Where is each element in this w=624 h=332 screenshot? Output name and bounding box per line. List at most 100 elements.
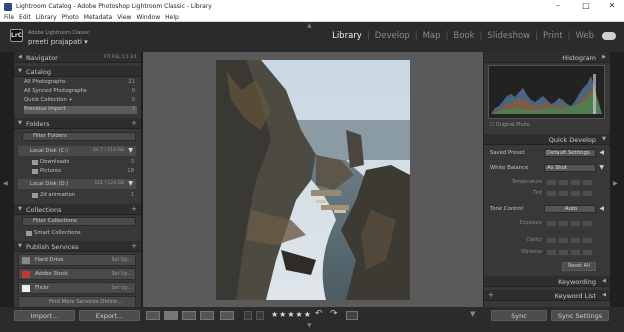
- menu-view[interactable]: View: [117, 14, 131, 21]
- saved-preset-select[interactable]: Default Settings: [544, 149, 596, 157]
- menu-library[interactable]: Library: [36, 14, 57, 21]
- module-slideshow[interactable]: Slideshow: [487, 31, 530, 41]
- vibrance-row: Vibrance: [488, 249, 606, 257]
- auto-tone-button[interactable]: Auto: [544, 205, 596, 213]
- saved-preset-row: Saved Preset Default Settings ◀: [490, 149, 604, 157]
- right-edge: [610, 52, 624, 332]
- keyword-list-header[interactable]: + Keyword List ◀: [484, 290, 610, 301]
- close-button[interactable]: ✕: [602, 0, 622, 13]
- right-panel-toggle-icon[interactable]: ▶: [613, 180, 618, 187]
- publish-services-header[interactable]: ▼ Publish Services +: [14, 241, 141, 252]
- white-balance-select[interactable]: As Shot: [544, 164, 596, 172]
- sync-settings-button[interactable]: Sync Settings: [551, 310, 609, 321]
- flag-pick-icon[interactable]: [244, 311, 252, 320]
- service-adobe-stock[interactable]: Adobe Stock Set Up...: [18, 268, 136, 280]
- menu-help[interactable]: Help: [165, 14, 179, 21]
- loupe-view-icon[interactable]: [164, 311, 178, 320]
- toolbar-menu-icon[interactable]: ▼: [470, 310, 475, 318]
- people-view-icon[interactable]: [220, 311, 234, 320]
- rotate-right-icon[interactable]: ↷: [330, 309, 338, 319]
- user-name[interactable]: preeti prajapati ▾: [28, 38, 88, 46]
- menu-file[interactable]: File: [4, 14, 14, 21]
- histogram: [488, 65, 605, 119]
- rotate-left-icon[interactable]: ↶: [315, 309, 323, 319]
- service-flickr[interactable]: Flickr Set Up...: [18, 282, 136, 294]
- folder-item[interactable]: Downloads 3: [32, 159, 136, 167]
- star-rating[interactable]: ★★★★★: [271, 310, 312, 319]
- catalog-header[interactable]: ▼ Catalog: [14, 66, 141, 77]
- navigator-header[interactable]: ◀ Navigator FIT FILL 1:1 3:1: [14, 52, 141, 63]
- white-balance-row: White Balance As Shot ▼: [490, 164, 604, 172]
- navigator-zoom[interactable]: FIT FILL 1:1 3:1: [104, 55, 137, 60]
- filter-collections-field[interactable]: Filter Collections: [22, 217, 136, 226]
- tone-control-row: Tone Control Auto ◀: [490, 205, 604, 213]
- module-web[interactable]: Web: [575, 31, 594, 41]
- cloud-icon[interactable]: [602, 32, 616, 40]
- tint-row: Tint: [488, 190, 606, 198]
- collapse-icon: ◀: [602, 278, 606, 284]
- add-folder-icon[interactable]: +: [131, 119, 137, 127]
- histogram-header[interactable]: Histogram ▶: [484, 52, 610, 63]
- dropdown-icon: ▼: [128, 147, 133, 154]
- expand-icon: ▼: [18, 120, 22, 126]
- compare-view-icon[interactable]: [182, 311, 196, 320]
- dropdown-icon[interactable]: ▼: [599, 164, 604, 171]
- export-button[interactable]: Export...: [79, 310, 140, 321]
- identity-bar: LrC Adobe Lightroom Classic preeti praja…: [0, 22, 624, 52]
- expand-icon: ▼: [18, 68, 22, 74]
- menu-edit[interactable]: Edit: [19, 14, 31, 21]
- dropdown-icon[interactable]: ◀: [599, 149, 604, 156]
- catalog-item[interactable]: All Photographs 21: [24, 79, 137, 87]
- menu-metadata[interactable]: Metadata: [84, 14, 112, 21]
- filmstrip-toggle-icon[interactable]: ▼: [307, 322, 312, 329]
- folder-item[interactable]: 2d animation 1: [32, 192, 136, 200]
- module-map[interactable]: Map: [423, 31, 441, 41]
- module-develop[interactable]: Develop: [375, 31, 410, 41]
- import-button[interactable]: Import...: [14, 310, 75, 321]
- expand-icon: ▼: [18, 206, 22, 212]
- left-panel: ◀ Navigator FIT FILL 1:1 3:1 ▼ Catalog A…: [14, 52, 141, 307]
- expand-icon: ▼: [602, 136, 606, 142]
- dropdown-icon: ▼: [128, 180, 133, 187]
- module-book[interactable]: Book: [453, 31, 474, 41]
- lrc-logo: LrC: [10, 29, 23, 42]
- catalog-item[interactable]: Quick Collection +0: [24, 97, 137, 105]
- dropdown-icon[interactable]: ◀: [599, 205, 604, 212]
- module-print[interactable]: Print: [543, 31, 563, 41]
- add-keyword-icon[interactable]: +: [488, 291, 494, 299]
- maximize-button[interactable]: □: [576, 0, 596, 13]
- original-photo-checkbox[interactable]: ☐ Original Photo: [490, 123, 530, 128]
- filter-folders-field[interactable]: Filter Folders: [22, 132, 136, 141]
- menu-window[interactable]: Window: [136, 14, 160, 21]
- photo-preview[interactable]: [216, 60, 410, 300]
- add-service-icon[interactable]: +: [131, 242, 137, 250]
- smart-collections[interactable]: Smart Collections: [26, 230, 130, 238]
- folders-header[interactable]: ▼ Folders +: [14, 118, 141, 129]
- reset-all-button[interactable]: Reset All: [562, 262, 596, 271]
- zoom-icon[interactable]: [346, 311, 358, 320]
- module-library[interactable]: Library: [332, 31, 362, 41]
- sync-button[interactable]: Sync: [491, 310, 547, 321]
- top-panel-toggle-icon[interactable]: ▲: [307, 22, 312, 29]
- keywording-header[interactable]: Keywording ◀: [484, 276, 610, 287]
- disk-d[interactable]: Local Disk (D:) 121 / 124 GB ▼: [18, 179, 136, 189]
- menu-photo[interactable]: Photo: [62, 14, 79, 21]
- adobe-stock-icon: [22, 271, 30, 278]
- left-panel-toggle-icon[interactable]: ◀: [3, 180, 8, 187]
- folder-icon: [32, 160, 38, 165]
- catalog-item-selected[interactable]: Previous Import 3: [24, 106, 137, 114]
- grid-view-icon[interactable]: [146, 311, 160, 320]
- add-collection-icon[interactable]: +: [131, 205, 137, 213]
- find-more-services[interactable]: Find More Services Online...: [18, 296, 136, 307]
- minimize-button[interactable]: –: [548, 0, 568, 13]
- folder-item[interactable]: Pictures 18: [32, 168, 136, 176]
- flag-reject-icon[interactable]: [256, 311, 264, 320]
- quick-develop-header[interactable]: Quick Develop ▼: [484, 134, 610, 145]
- service-hard-drive[interactable]: Hard Drive Set Up...: [18, 254, 136, 266]
- survey-view-icon[interactable]: [200, 311, 214, 320]
- app-icon: [4, 2, 12, 11]
- disk-c[interactable]: Local Disk (C:) 44.7 / 114 GB ▼: [18, 146, 136, 156]
- collections-header[interactable]: ▼ Collections +: [14, 204, 141, 215]
- temperature-row: Temperature: [488, 179, 606, 187]
- catalog-item[interactable]: All Synced Photographs 0: [24, 88, 137, 96]
